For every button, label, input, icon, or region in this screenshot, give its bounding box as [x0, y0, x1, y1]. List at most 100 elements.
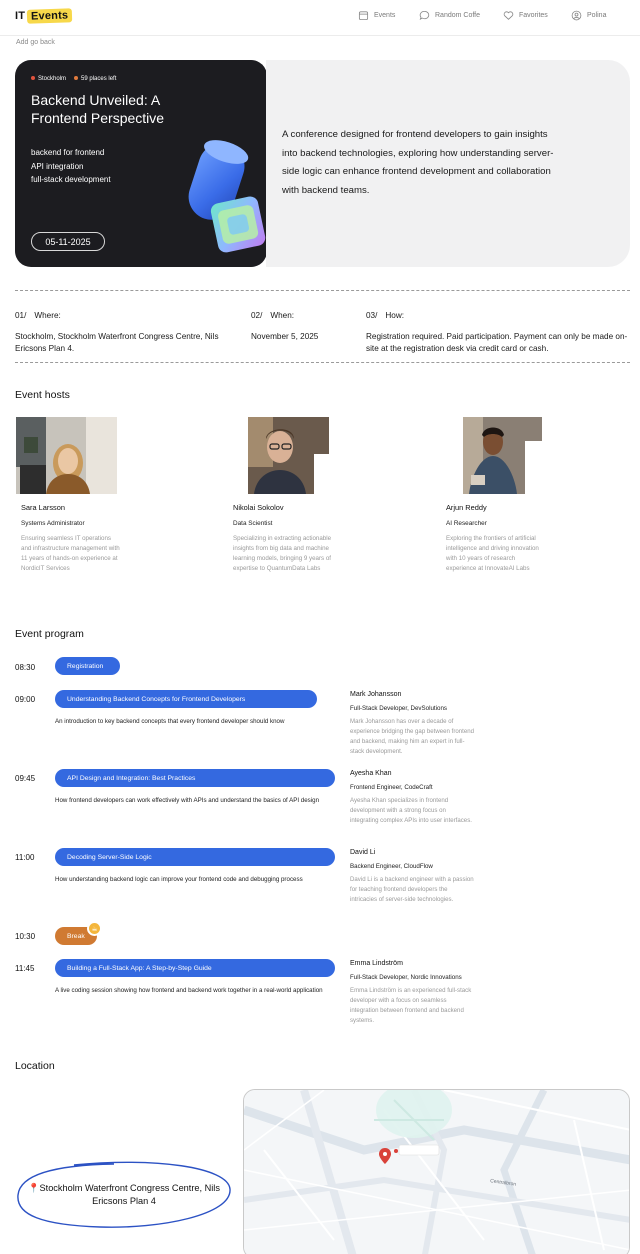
hosts-heading: Event hosts	[15, 389, 70, 401]
program-time: 08:30	[15, 663, 36, 672]
program-session-pill[interactable]: Decoding Server-Side Logic	[55, 848, 335, 866]
program-session-pill[interactable]: Understanding Backend Concepts for Front…	[55, 690, 317, 708]
calendar-icon	[358, 11, 369, 21]
nav-favorites-label: Favorites	[519, 12, 548, 19]
logo[interactable]: IT Events	[15, 8, 73, 24]
event-description-card: A conference designed for frontend devel…	[266, 60, 630, 267]
speaker-card: Mark Johansson Full-Stack Developer, Dev…	[350, 691, 475, 757]
host-card: Nikolai Sokolov Data Scientist Specializ…	[228, 417, 353, 574]
program-session-desc: How understanding backend logic can impr…	[55, 876, 303, 883]
event-date-badge: 05-11-2025	[31, 232, 105, 251]
program-heading: Event program	[15, 628, 84, 640]
host-card: Arjun Reddy AI Researcher Exploring the …	[441, 417, 566, 574]
program-time: 11:45	[15, 964, 35, 973]
speaker-name: Emma Lindström	[350, 960, 403, 967]
info-num: 03/	[366, 311, 378, 320]
event-tag: API integration	[31, 161, 84, 171]
speaker-name: Mark Johansson	[350, 691, 402, 698]
host-photo	[441, 417, 542, 494]
program-time: 11:00	[15, 853, 35, 862]
info-how: 03/How: Registration required. Paid part…	[366, 311, 630, 355]
logo-events: Events	[26, 8, 73, 24]
event-hero-card: Stockholm 59 places left Backend Unveile…	[15, 60, 267, 267]
program-session-desc: A live coding session showing how fronte…	[55, 987, 323, 994]
info-num: 02/	[251, 311, 263, 320]
event-description: A conference designed for frontend devel…	[282, 129, 554, 196]
location-address-text: Stockholm Waterfront Congress Centre, Ni…	[39, 1183, 220, 1206]
host-bio: Specializing in extracting actionable in…	[233, 535, 332, 572]
nav-events-label: Events	[374, 12, 396, 19]
host-photo	[16, 417, 117, 494]
speaker-bio: Emma Lindström is an experienced full-st…	[350, 987, 472, 1024]
speaker-role: Full-Stack Developer, DevSolutions	[350, 705, 447, 712]
speaker-role: Full-Stack Developer, Nordic Innovations	[350, 974, 462, 981]
host-name: Arjun Reddy	[446, 503, 487, 512]
speaker-role: Backend Engineer, CloudFlow	[350, 863, 433, 870]
event-title: Backend Unveiled: A Frontend Perspective	[31, 92, 165, 126]
location-heading: Location	[15, 1060, 55, 1072]
info-text: Stockholm, Stockholm Waterfront Congress…	[15, 332, 219, 353]
info-label: Where:	[34, 311, 61, 320]
program-time: 09:00	[15, 695, 36, 704]
event-tags: backend for frontend API integration ful…	[31, 146, 111, 187]
program-time: 09:45	[15, 774, 36, 783]
event-tag: full-stack development	[31, 175, 111, 184]
speaker-role: Frontend Engineer, CodeCraft	[350, 784, 433, 791]
chat-bubble-icon	[419, 10, 430, 21]
program-session-desc: How frontend developers can work effecti…	[55, 797, 320, 804]
speaker-bio: Mark Johansson has over a decade of expe…	[350, 718, 474, 755]
city-badge: Stockholm	[31, 76, 66, 82]
hero-3d-illustration	[188, 140, 266, 253]
nav-favorites[interactable]: Favorites	[503, 10, 548, 21]
top-header: IT Events Events Random Coffe Favorites …	[0, 0, 640, 36]
map-pin-icon: 📍	[28, 1183, 40, 1193]
divider	[15, 362, 630, 363]
places-badge: 59 places left	[74, 76, 116, 82]
program-time: 10:30	[15, 932, 36, 941]
city-label: Stockholm	[38, 76, 67, 82]
speaker-card: Ayesha Khan Frontend Engineer, CodeCraft…	[350, 770, 475, 826]
host-role: Systems Administrator	[21, 520, 85, 527]
speaker-card: Emma Lindström Full-Stack Developer, Nor…	[350, 960, 475, 1026]
info-label: How:	[385, 311, 405, 320]
user-icon	[571, 10, 582, 21]
info-text: Registration required. Paid participatio…	[366, 332, 628, 353]
hero-meta: Stockholm 59 places left	[31, 76, 116, 82]
host-bio: Ensuring seamless IT operations and infr…	[21, 535, 120, 572]
speaker-bio: David Li is a backend engineer with a pa…	[350, 876, 474, 903]
program-session-desc: An introduction to key backend concepts …	[55, 718, 285, 725]
nav-random-coffee-label: Random Coffe	[435, 12, 481, 19]
heart-icon	[503, 11, 514, 20]
program-session-pill[interactable]: Registration	[55, 657, 120, 675]
host-name: Sara Larsson	[21, 503, 65, 512]
location-map[interactable]: Centralbron	[243, 1089, 630, 1254]
divider	[15, 290, 630, 291]
nav-profile-label: Polina	[587, 12, 607, 19]
speaker-name: Ayesha Khan	[350, 770, 392, 777]
program-session-pill[interactable]: Building a Full-Stack App: A Step-by-Ste…	[55, 959, 335, 977]
map-streets	[244, 1090, 629, 1254]
host-role: Data Scientist	[233, 520, 273, 527]
nav-random-coffee[interactable]: Random Coffe	[419, 10, 480, 21]
host-card: Sara Larsson Systems Administrator Ensur…	[16, 417, 141, 574]
coffee-icon: ☕	[87, 921, 102, 936]
host-bio: Exploring the frontiers of artificial in…	[446, 535, 539, 572]
location-address: 📍Stockholm Waterfront Congress Centre, N…	[17, 1161, 231, 1229]
nav-profile[interactable]: Polina	[571, 10, 606, 21]
host-role: AI Researcher	[446, 520, 487, 527]
info-where: 01/Where: Stockholm, Stockholm Waterfron…	[15, 311, 235, 355]
speaker-bio: Ayesha Khan specializes in frontend deve…	[350, 797, 472, 824]
info-label: When:	[270, 311, 295, 320]
info-num: 01/	[15, 311, 27, 320]
host-name: Nikolai Sokolov	[233, 503, 284, 512]
info-when: 02/When: November 5, 2025	[251, 311, 351, 343]
nav-events[interactable]: Events	[358, 10, 395, 21]
info-text: November 5, 2025	[251, 332, 319, 341]
back-link[interactable]: Add go back	[16, 39, 55, 46]
speaker-card: David Li Backend Engineer, CloudFlow Dav…	[350, 849, 475, 905]
host-photo	[228, 417, 329, 494]
speaker-name: David Li	[350, 849, 376, 856]
logo-it: IT	[15, 10, 26, 22]
places-label: 59 places left	[81, 76, 117, 82]
program-session-pill[interactable]: API Design and Integration: Best Practic…	[55, 769, 335, 787]
